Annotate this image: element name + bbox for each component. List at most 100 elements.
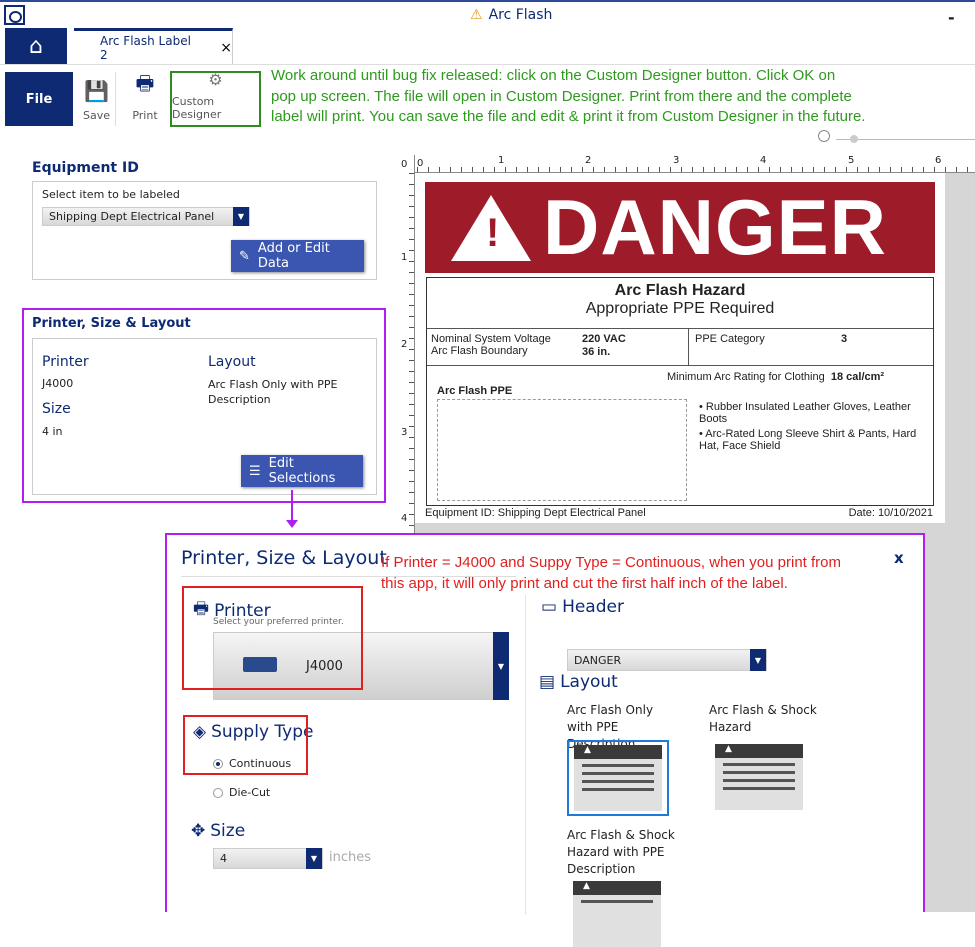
printer-size-layout-dialog: Printer, Size & Layout x If Printer = J4… <box>165 533 925 947</box>
edit-selections-label: Edit Selections <box>268 456 336 486</box>
ruler-tick: 2 <box>585 155 592 166</box>
chevron-down-icon: ▼ <box>750 649 766 671</box>
window-title: ⚠ Arc Flash <box>470 7 552 23</box>
annotation-line: If Printer = J4000 and Suppy Type = Cont… <box>381 554 841 571</box>
zoom-out-icon[interactable] <box>818 130 830 142</box>
radio-die-cut[interactable]: Die-Cut <box>213 786 270 799</box>
layout-option-arc-flash-only[interactable]: ▲ <box>567 740 669 816</box>
layout-heading: ▤ Layout <box>539 672 618 692</box>
equipment-id-heading: Equipment ID <box>32 160 139 176</box>
summary-panel: Printer J4000 Size 4 in Layout Arc Flash… <box>32 338 377 495</box>
header-heading: ▭ Header <box>541 597 624 617</box>
custom-designer-icon: ⚙ <box>208 70 223 89</box>
ppe-item: • Rubber Insulated Leather Gloves, Leath… <box>699 401 911 425</box>
select-item-label: Select item to be labeled <box>42 188 180 201</box>
printer-value: J4000 <box>42 377 74 390</box>
resize-icon: ✥ <box>191 821 206 841</box>
ppe-category-value: 3 <box>841 333 848 345</box>
printer-label: Printer <box>42 354 89 370</box>
dialog-close-button[interactable]: x <box>894 549 904 567</box>
ppe-heading: Arc Flash PPE <box>437 385 513 397</box>
danger-header: ! DANGER <box>425 182 935 273</box>
layout-value: Arc Flash Only with PPE Description <box>208 378 338 406</box>
save-button[interactable]: 💾 Save <box>78 72 116 126</box>
voltage-label: Nominal System Voltage <box>431 333 551 345</box>
boundary-value: 36 in. <box>582 346 611 358</box>
chevron-down-icon: ▼ <box>233 207 249 226</box>
size-unit: inches <box>329 850 372 865</box>
tab-close-button[interactable]: × <box>220 40 232 56</box>
annotation-line: label will print. You can save the file … <box>271 108 866 125</box>
chevron-down-icon: ▼ <box>306 848 322 869</box>
ppe-image-placeholder <box>437 399 687 501</box>
app-logo-icon <box>4 5 25 25</box>
tab-label: Arc Flash Label 2 <box>100 33 191 62</box>
file-button[interactable]: File <box>5 72 73 126</box>
ruler-tick: 1 <box>401 252 408 263</box>
custom-designer-button[interactable]: ⚙ Custom Designer <box>170 70 261 127</box>
window-title-text: Arc Flash <box>488 7 553 23</box>
zoom-slider[interactable] <box>812 130 975 148</box>
layout-option-label: Arc Flash & Shock Hazard <box>709 703 817 734</box>
label-title: Arc Flash Hazard <box>614 282 746 299</box>
ruler-tick: 4 <box>401 513 408 524</box>
edit-data-icon: ✎ <box>239 248 250 264</box>
label-body: Arc Flash Hazard Appropriate PPE Required… <box>426 277 934 506</box>
equipment-panel: Select item to be labeled Shipping Dept … <box>32 181 377 280</box>
dialog-title: Printer, Size & Layout <box>181 547 387 569</box>
workaround-annotation: Work around until bug fix released: clic… <box>271 66 921 128</box>
size-select[interactable]: 4 ▼ <box>213 848 323 869</box>
ruler-tick: 0 <box>401 159 408 170</box>
home-icon: ⌂ <box>29 33 43 59</box>
header-select-value: DANGER <box>574 653 622 667</box>
warning-icon: ⚠ <box>470 7 483 23</box>
zoom-thumb[interactable] <box>850 135 858 143</box>
save-label: Save <box>82 109 110 122</box>
chevron-down-icon: ▼ <box>493 632 509 700</box>
divider <box>525 595 526 915</box>
highlight-box <box>182 586 363 690</box>
arc-flash-label-preview[interactable]: ! DANGER Arc Flash Hazard Appropriate PPE … <box>415 173 945 523</box>
printer-size-layout-heading: Printer, Size & Layout <box>32 316 191 331</box>
size-label: Size <box>42 401 71 417</box>
annotation-arrow <box>291 490 293 522</box>
edit-selections-button[interactable]: ☰ Edit Selections <box>241 455 363 487</box>
warning-triangle-icon: ! <box>451 194 531 261</box>
highlight-box <box>183 715 308 775</box>
tab-arc-flash-label-2[interactable]: Arc Flash Label 2 × <box>74 28 233 64</box>
arrow-head-icon <box>286 520 298 528</box>
size-heading-text: Size <box>210 821 246 841</box>
radio-button[interactable] <box>213 788 223 798</box>
minimize-button[interactable]: - <box>948 8 955 27</box>
ruler-tick: 3 <box>401 427 408 438</box>
custom-designer-label: Custom Designer <box>172 95 222 121</box>
layout-thumbnail: ▲ <box>715 744 803 810</box>
save-icon: 💾 <box>84 79 109 103</box>
bug-annotation: If Printer = J4000 and Suppy Type = Cont… <box>381 552 841 594</box>
header-select[interactable]: DANGER ▼ <box>567 649 767 671</box>
add-edit-data-button[interactable]: ✎ Add or Edit Data <box>231 240 364 272</box>
top-ruler: 0 1 2 3 4 5 6 <box>398 155 975 173</box>
radio-label: Die-Cut <box>229 786 271 799</box>
layout-heading-text: Layout <box>560 672 618 692</box>
layout-thumbnail: ▲ <box>574 745 662 811</box>
size-value: 4 in <box>42 425 63 438</box>
min-rating-label: Minimum Arc Rating for Clothing <box>667 371 825 383</box>
equipment-select[interactable]: Shipping Dept Electrical Panel ▼ <box>42 207 250 226</box>
print-button[interactable]: 🖶 Print <box>124 71 166 126</box>
window-top-border <box>0 0 975 2</box>
layout-icon: ▤ <box>539 672 556 692</box>
boundary-label: Arc Flash Boundary <box>431 345 528 357</box>
danger-text: DANGER <box>543 183 888 271</box>
ruler-tick: 6 <box>935 155 942 166</box>
home-button[interactable]: ⌂ <box>5 28 67 64</box>
layout-label: Layout <box>208 354 256 370</box>
layout-thumbnail: ▲ <box>573 881 661 947</box>
add-edit-data-label: Add or Edit Data <box>257 241 330 271</box>
size-heading: ✥ Size <box>191 821 245 841</box>
print-label: Print <box>132 109 158 122</box>
ppe-category-label: PPE Category <box>695 333 765 345</box>
ruler-tick: 1 <box>498 155 505 166</box>
label-equipment-id: Equipment ID: Shipping Dept Electrical P… <box>425 507 646 519</box>
ruler-ticks <box>417 167 975 172</box>
